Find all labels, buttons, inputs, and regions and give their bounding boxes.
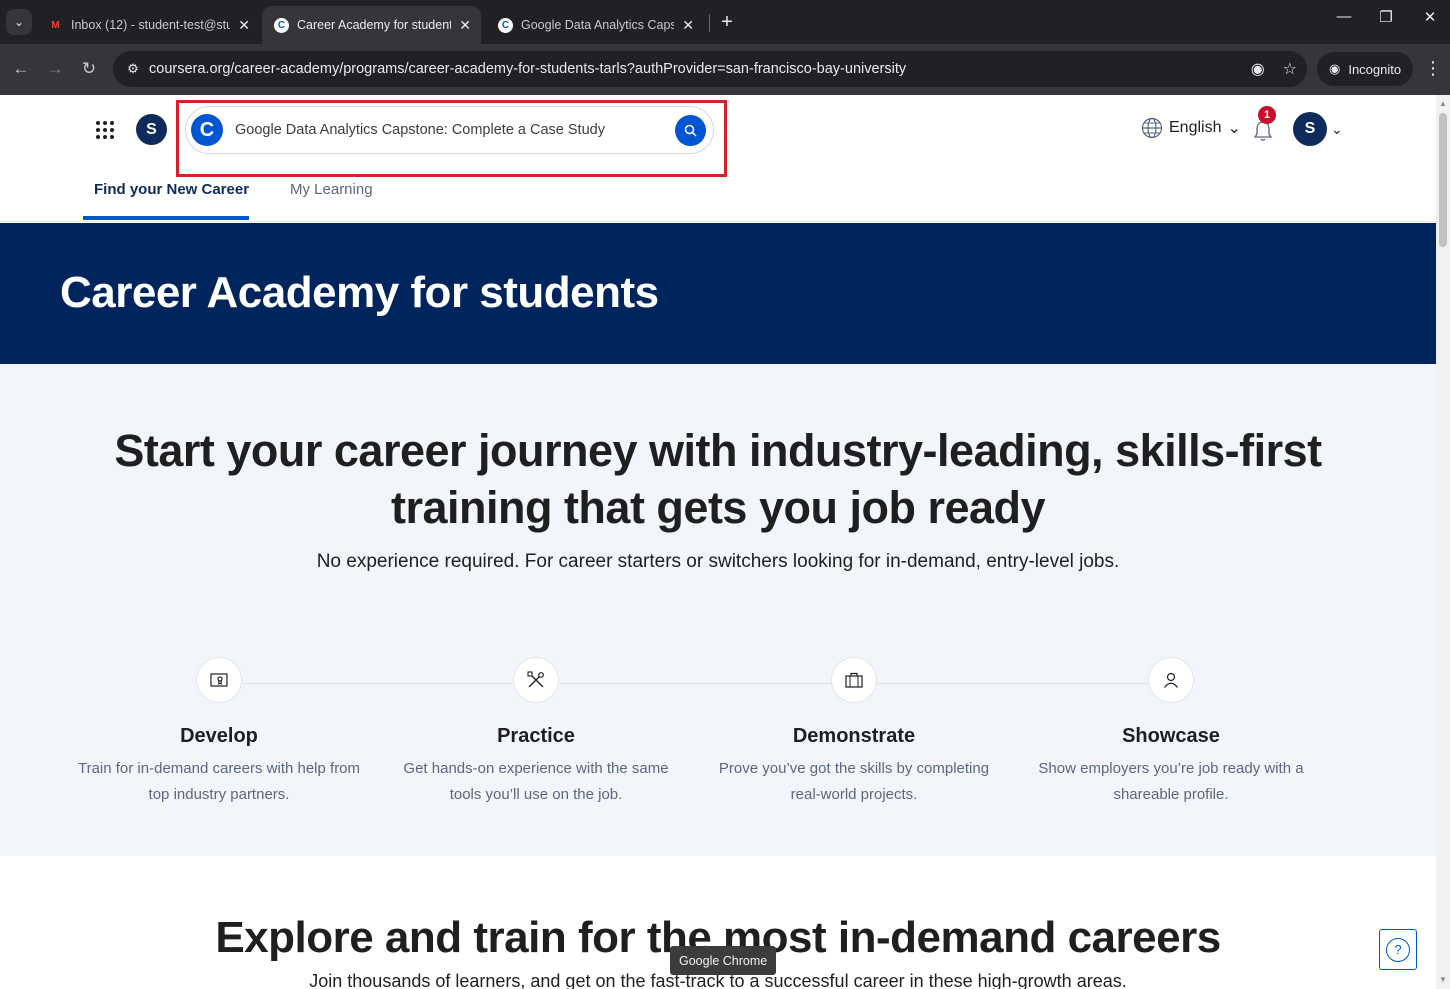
bookmark-star-icon[interactable]: ☆ xyxy=(1283,59,1297,79)
eye-off-icon[interactable]: ◉ xyxy=(1251,59,1265,79)
close-tab-icon[interactable]: ✕ xyxy=(682,17,694,34)
page-title: Career Academy for students xyxy=(60,268,659,317)
step-practice: Practice Get hands-on experience with th… xyxy=(386,657,686,808)
globe-icon xyxy=(1141,117,1163,139)
browser-toolbar: ← → ↻ ⚙ coursera.org/career-academy/prog… xyxy=(0,44,1450,95)
close-window-icon[interactable]: ✕ xyxy=(1410,8,1450,26)
taskbar-tooltip: Google Chrome xyxy=(670,946,777,975)
hero-banner: Career Academy for students xyxy=(0,223,1436,364)
back-icon[interactable]: ← xyxy=(10,58,32,80)
new-tab-button[interactable]: + xyxy=(716,9,738,35)
help-button[interactable]: ? xyxy=(1379,929,1417,970)
tab-career-academy[interactable]: C Career Academy for students | C ✕ xyxy=(262,6,481,44)
briefcase-icon xyxy=(845,672,863,688)
chevron-down-icon: ⌄ xyxy=(1227,120,1241,137)
tab-title: Google Data Analytics Capstone xyxy=(521,18,675,32)
url-text: coursera.org/career-academy/programs/car… xyxy=(149,61,907,77)
browser-tab-bar: ⌄ M Inbox (12) - student-test@stud ✕ C C… xyxy=(0,0,1450,44)
forward-icon[interactable]: → xyxy=(44,58,66,80)
org-avatar[interactable]: S xyxy=(136,114,167,145)
scrollbar-thumb[interactable] xyxy=(1439,113,1447,247)
search-highlight-box xyxy=(176,100,727,177)
step-title: Develop xyxy=(180,725,258,747)
person-icon xyxy=(1164,672,1178,688)
tab-google-capstone[interactable]: C Google Data Analytics Capstone ✕ xyxy=(486,6,704,44)
step-icon-circle xyxy=(513,657,559,703)
language-selector[interactable]: English ⌄ xyxy=(1141,117,1241,139)
intro-headline: Start your career journey with industry-… xyxy=(114,425,1322,533)
chevron-down-icon[interactable]: ⌄ xyxy=(1331,121,1343,138)
gmail-icon: M xyxy=(51,19,60,31)
tab-find-your-new-career[interactable]: Find your New Career xyxy=(94,181,249,198)
notification-badge: 1 xyxy=(1258,106,1276,124)
intro-section: Start your career journey with industry-… xyxy=(0,364,1436,856)
reload-icon[interactable]: ↻ xyxy=(78,58,100,80)
step-title: Practice xyxy=(497,725,575,747)
step-icon-circle xyxy=(196,657,242,703)
tab-search-button[interactable]: ⌄ xyxy=(6,9,32,35)
step-title: Showcase xyxy=(1122,725,1220,747)
site-header: S C English ⌄ xyxy=(0,95,1436,222)
tab-title: Career Academy for students | C xyxy=(297,18,452,32)
step-icon-circle xyxy=(1148,657,1194,703)
step-description: Show employers you’re job ready with a s… xyxy=(1038,760,1304,803)
step-description: Train for in-demand careers with help fr… xyxy=(77,760,361,803)
incognito-icon: ◉ xyxy=(1329,61,1341,76)
tab-title: Inbox (12) - student-test@stud xyxy=(71,18,231,32)
step-description: Prove you’ve got the skills by completin… xyxy=(718,760,990,803)
help-question-icon: ? xyxy=(1386,937,1410,962)
coursera-icon: C xyxy=(498,17,513,33)
certificate-icon xyxy=(210,673,228,687)
page-scrollbar[interactable]: ▲ ▼ xyxy=(1436,95,1450,989)
incognito-indicator[interactable]: ◉ Incognito xyxy=(1317,52,1414,86)
step-showcase: Showcase Show employers you’re job ready… xyxy=(1021,657,1321,808)
tab-separator xyxy=(709,14,710,32)
scroll-down-arrow-icon[interactable]: ▼ xyxy=(1439,975,1447,984)
step-icon-circle xyxy=(831,657,877,703)
coursera-icon: C xyxy=(274,17,289,33)
scroll-up-arrow-icon[interactable]: ▲ xyxy=(1439,99,1447,108)
incognito-label: Incognito xyxy=(1348,61,1402,77)
active-tab-indicator xyxy=(83,216,249,220)
restore-icon[interactable]: ❐ xyxy=(1366,8,1406,26)
step-description: Get hands-on experience with the same to… xyxy=(403,760,669,803)
apps-grid-icon[interactable] xyxy=(96,121,114,139)
step-demonstrate: Demonstrate Prove you’ve got the skills … xyxy=(704,657,1004,808)
close-tab-icon[interactable]: ✕ xyxy=(238,17,250,34)
tab-gmail[interactable]: M Inbox (12) - student-test@stud ✕ xyxy=(36,6,260,44)
tab-my-learning[interactable]: My Learning xyxy=(290,181,373,198)
browser-menu-icon[interactable]: ⋮ xyxy=(1424,58,1442,79)
minimize-icon[interactable]: — xyxy=(1324,8,1364,25)
intro-subheadline: No experience required. For career start… xyxy=(316,551,1120,572)
step-develop: Develop Train for in-demand careers with… xyxy=(69,657,369,808)
step-title: Demonstrate xyxy=(792,725,916,747)
address-bar[interactable]: ⚙ coursera.org/career-academy/programs/c… xyxy=(113,51,1307,87)
language-label: English xyxy=(1169,119,1222,136)
web-page: S C English ⌄ xyxy=(0,95,1436,989)
user-avatar[interactable]: S xyxy=(1293,112,1327,146)
close-tab-icon[interactable]: ✕ xyxy=(459,17,471,34)
site-settings-icon[interactable]: ⚙ xyxy=(119,61,147,77)
tools-icon xyxy=(527,671,544,688)
